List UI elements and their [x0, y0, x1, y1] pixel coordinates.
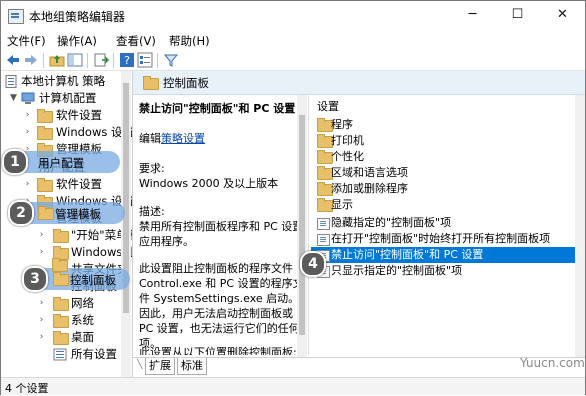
- watermark: Yuucn.com: [520, 356, 585, 370]
- menu-bar: 文件(F) 操作(A) 查看(V) 帮助(H): [1, 30, 585, 51]
- details-pane: 控制面板 禁止访问"控制面板"和 PC 设置 编辑策略设置 要求: Window…: [133, 71, 585, 377]
- folder-icon: [53, 331, 69, 345]
- back-arrow-icon[interactable]: [5, 52, 21, 68]
- toolbar-divider: [157, 53, 158, 68]
- tree-scrollbar[interactable]: [121, 71, 131, 377]
- policy-document-icon: [5, 75, 17, 88]
- minimize-button[interactable]: ─: [450, 1, 495, 30]
- folder-icon: [37, 109, 53, 123]
- maximize-button[interactable]: ☐: [495, 1, 540, 30]
- status-text: 4 个设置: [5, 382, 49, 395]
- step-3-badge: 3: [22, 266, 48, 292]
- step-4-badge: 4: [300, 251, 326, 277]
- folder-icon: [37, 178, 53, 192]
- settings-column-header[interactable]: 设置: [311, 99, 585, 115]
- chevron-right-icon[interactable]: ›: [23, 124, 32, 141]
- chevron-right-icon[interactable]: ›: [37, 244, 46, 261]
- list-scrollbar[interactable]: [575, 95, 585, 357]
- tab-scroll-icon: ╲: [137, 360, 143, 370]
- toolbar: ?: [1, 51, 585, 71]
- folder-icon: [53, 229, 69, 243]
- settings-list-icon: [53, 348, 67, 361]
- list-item-hide-items[interactable]: 隐藏指定的"控制面板"项: [311, 215, 585, 231]
- show-hide-tree-icon[interactable]: [67, 52, 83, 68]
- app-icon: [8, 9, 24, 24]
- menu-file[interactable]: 文件(F): [7, 33, 46, 49]
- list-item-add-remove[interactable]: 添加或删除程序: [311, 181, 585, 197]
- description-paragraph-2: 此设置阻止控制面板的程序文件 Control.exe 和 PC 设置的程序文件 …: [139, 262, 304, 350]
- menu-action[interactable]: 操作(A): [57, 33, 97, 49]
- policy-setting-icon: [317, 234, 330, 246]
- folder-icon: [38, 206, 54, 220]
- status-bar: 4 个设置: [1, 377, 585, 395]
- title-bar: 本地组策略编辑器 ─ ☐ ✕: [1, 1, 585, 30]
- chevron-down-icon[interactable]: ▼: [9, 90, 18, 107]
- callout-admin-templates-label: 管理模板: [55, 207, 101, 221]
- toolbar-divider: [113, 53, 114, 68]
- edit-policy-link[interactable]: 策略设置: [161, 132, 205, 145]
- folder-icon: [53, 314, 69, 328]
- description-paragraph-3: 此设置从以下位置删除控制面板:: [139, 346, 297, 355]
- folder-icon: [143, 76, 159, 90]
- edit-policy-line: 编辑策略设置: [139, 131, 307, 146]
- folder-icon: [53, 272, 69, 286]
- description-scrollbar-thumb[interactable]: [299, 115, 305, 335]
- chevron-right-icon[interactable]: ›: [37, 227, 46, 244]
- up-folder-icon[interactable]: [49, 52, 65, 68]
- main-window: 本地组策略编辑器 ─ ☐ ✕ 文件(F) 操作(A) 查看(V) 帮助(H) ?…: [0, 0, 586, 395]
- description-panel: 禁止访问"控制面板"和 PC 设置 编辑策略设置 要求: Windows 200…: [133, 95, 309, 355]
- step-1-badge: 1: [2, 149, 28, 175]
- tab-standard[interactable]: 标准: [177, 358, 207, 375]
- list-item-prohibit-access[interactable]: 禁止访问"控制面板"和 PC 设置: [311, 247, 585, 263]
- filter-icon[interactable]: [163, 52, 179, 68]
- list-item-personalization[interactable]: 个性化: [311, 149, 585, 165]
- folder-icon: [37, 126, 53, 140]
- list-item-printers[interactable]: 打印机: [311, 133, 585, 149]
- edit-prefix: 编辑: [139, 132, 161, 145]
- computer-icon: [21, 92, 35, 104]
- chevron-right-icon[interactable]: ›: [37, 329, 46, 346]
- chevron-right-icon[interactable]: ›: [37, 312, 46, 329]
- requirements-label: 要求:: [139, 162, 165, 175]
- folder-icon: [52, 258, 68, 272]
- window-title: 本地组策略编辑器: [29, 10, 126, 24]
- toolbar-divider: [87, 53, 88, 68]
- forward-arrow-icon[interactable]: [23, 52, 39, 68]
- list-item-regional[interactable]: 区域和语言选项: [311, 165, 585, 181]
- details-header: 控制面板: [133, 71, 585, 95]
- chevron-right-icon[interactable]: ›: [37, 295, 46, 312]
- menu-help[interactable]: 帮助(H): [169, 33, 210, 49]
- folder-icon: [53, 297, 69, 311]
- tab-extended[interactable]: 扩展: [145, 358, 175, 375]
- policy-setting-icon: [317, 218, 330, 230]
- step-2-badge: 2: [8, 200, 34, 226]
- chevron-right-icon[interactable]: ›: [23, 107, 32, 124]
- chevron-right-icon[interactable]: ›: [23, 176, 32, 193]
- svg-text:?: ?: [124, 54, 130, 67]
- details-header-title: 控制面板: [163, 76, 209, 90]
- list-item-always-open-all[interactable]: 在打开"控制面板"时始终打开所有控制面板项: [311, 231, 585, 247]
- requirements-value: Windows 2000 及以上版本: [139, 177, 279, 190]
- callout-control-panel-label: 控制面板: [70, 273, 116, 287]
- description-label: 描述:: [139, 205, 165, 218]
- policy-title: 禁止访问"控制面板"和 PC 设置: [139, 102, 296, 115]
- menu-view[interactable]: 查看(V): [116, 33, 156, 49]
- close-button[interactable]: ✕: [540, 1, 585, 30]
- properties-icon[interactable]: [137, 52, 153, 68]
- description-text: 禁用所有控制面板程序和 PC 设置应用程序。: [139, 220, 304, 248]
- toolbar-divider: [43, 53, 44, 68]
- view-tabs: ╲ 扩展 标准: [133, 357, 585, 376]
- list-item-display[interactable]: 显示: [311, 197, 585, 213]
- export-list-icon[interactable]: [93, 52, 109, 68]
- list-item-show-only[interactable]: 只显示指定的"控制面板"项: [311, 263, 585, 279]
- callout-user-config-label: 用户配置: [38, 156, 84, 170]
- help-icon[interactable]: ?: [119, 52, 135, 68]
- list-item-programs[interactable]: 程序: [311, 117, 585, 133]
- description-scrollbar[interactable]: [297, 95, 307, 357]
- settings-list: 设置 程序 打印机 个性化 区域和语言选项 添加或删除程序 显示 隐藏指定的"控…: [311, 95, 585, 357]
